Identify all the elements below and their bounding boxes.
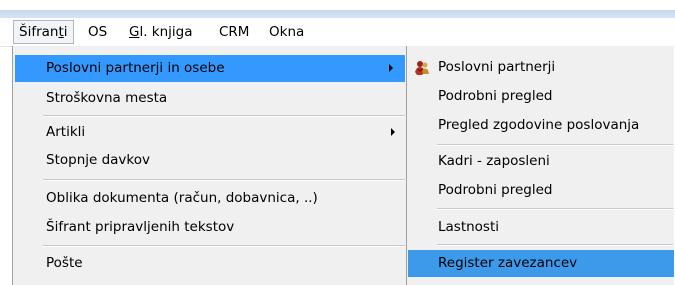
submenu-separator [437,244,673,246]
menu-item-label: Pošte [46,255,83,271]
submenu-item-label: Lastnosti [438,219,500,235]
menu-item-label: Oblika dokumenta (račun, dobavnica, ..) [46,190,318,206]
submenu-item-register-zavezancev[interactable]: Register zavezancev [408,250,674,277]
menu-bar: Šifranti OS Gl. knjiga CRM Okna [0,18,675,47]
submenu-item-label: Pregled zgodovine poslovanja [438,117,640,133]
menu-item-label: Poslovni partnerji in osebe [46,60,225,76]
menu-item-sifrant-pripravljenih-tekstov[interactable]: Šifrant pripravljenih tekstov [13,214,407,241]
submenu-separator [437,208,673,210]
menu-item-poste[interactable]: Pošte [13,250,407,277]
submenu-item-poslovni-partnerji[interactable]: Poslovni partnerji [407,54,675,81]
menu-item-poslovni-partnerji-in-osebe[interactable]: Poslovni partnerji in osebe [15,55,405,82]
menu-gl-knjiga-access-key: G [129,24,140,40]
menu-item-label: Artikli [46,124,86,140]
submenu-item-podrobni-pregled[interactable]: Podrobni pregled [407,83,675,110]
menu-item-artikli[interactable]: Artikli [13,119,407,146]
submenu-item-pregled-zgodovine-poslovanja[interactable]: Pregled zgodovine poslovanja [407,112,675,139]
menu-item-stroskovna-mesta[interactable]: Stroškovna mesta [13,85,407,112]
menu-item-oblika-dokumenta[interactable]: Oblika dokumenta (račun, dobavnica, ..) [13,185,407,212]
menu-separator [43,179,405,181]
menu-os-label: OS [88,24,108,40]
menu-item-label: Stopnje davkov [46,152,151,168]
menu-sifranti-label-pre: Šifran [19,24,59,40]
sifranti-dropdown-menu: Poslovni partnerji in osebe Stroškovna m… [12,46,407,285]
menu-okna[interactable]: Okna [264,20,309,44]
menu-gl-knjiga[interactable]: Gl. knjiga [124,20,198,44]
menu-item-label: Stroškovna mesta [46,90,168,106]
menu-sifranti[interactable]: Šifranti [13,20,74,44]
menu-item-stopnje-davkov[interactable]: Stopnje davkov [13,147,407,174]
submenu-item-label: Register zavezancev [438,255,578,271]
menu-okna-label: Okna [269,24,305,40]
menu-gl-knjiga-label: l. knjiga [139,24,193,40]
menu-separator [43,115,405,117]
poslovni-partnerji-submenu: Poslovni partnerji Podrobni pregled Preg… [406,46,675,285]
menu-item-label: Šifrant pripravljenih tekstov [46,219,235,235]
submenu-arrow-icon [389,64,393,72]
submenu-item-lastnosti[interactable]: Lastnosti [407,214,675,241]
menu-separator [43,245,405,247]
submenu-separator [437,144,673,146]
submenu-item-podrobni-pregled-2[interactable]: Podrobni pregled [407,177,675,204]
menu-crm[interactable]: CRM [214,20,254,44]
menu-os[interactable]: OS [83,20,112,44]
submenu-item-label: Poslovni partnerji [438,59,556,75]
submenu-item-label: Kadri - zaposleni [438,153,550,169]
submenu-arrow-icon [391,128,395,136]
menu-sifranti-label-post: i [63,24,68,40]
submenu-item-label: Podrobni pregled [438,182,553,198]
business-partner-icon [415,61,429,75]
submenu-item-label: Podrobni pregled [438,88,553,104]
window-title-bar [0,10,675,18]
menu-crm-label: CRM [219,24,250,40]
submenu-item-kadri-zaposleni[interactable]: Kadri - zaposleni [407,148,675,175]
